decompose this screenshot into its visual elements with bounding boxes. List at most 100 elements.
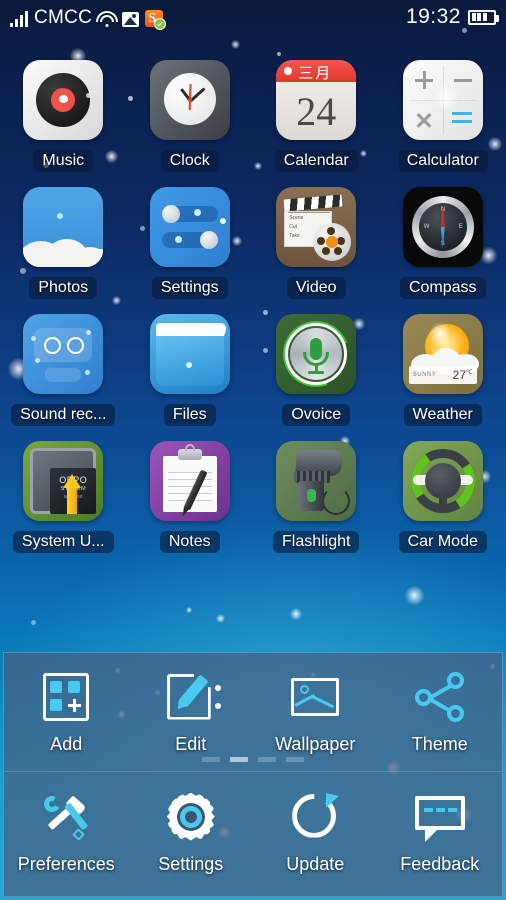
calendar-day: 24 xyxy=(296,88,337,134)
calendar-icon: 三月 24 xyxy=(276,60,357,140)
settings-icon xyxy=(149,187,230,267)
app-video[interactable]: Scene Cut Take Video xyxy=(253,187,380,299)
app-label: Files xyxy=(163,404,216,426)
menu-label: Feedback xyxy=(400,853,480,874)
menu-label: Wallpaper xyxy=(275,733,356,754)
menu-label: Preferences xyxy=(17,853,115,874)
weather-unit: ℃ xyxy=(466,370,473,376)
speech-bubble-icon xyxy=(413,790,467,844)
app-files[interactable]: Files xyxy=(127,314,254,426)
app-label: Car Mode xyxy=(398,531,487,553)
home-screen: CMCC S 19:32 Music Clock 三月 24 Calendar … xyxy=(0,0,506,900)
page-indicator[interactable] xyxy=(0,757,506,762)
menu-wallpaper[interactable]: Wallpaper xyxy=(253,653,378,771)
sogou-input-icon: S xyxy=(145,9,167,30)
app-label: System U... xyxy=(12,531,114,553)
app-label: Sound rec... xyxy=(11,404,116,426)
app-label: Notes xyxy=(159,531,220,553)
theme-share-icon xyxy=(413,670,467,724)
app-photos[interactable]: Photos xyxy=(0,187,127,299)
app-ovoice[interactable]: Ovoice xyxy=(253,314,380,426)
slate-line: Scene xyxy=(289,215,304,221)
page-dot[interactable] xyxy=(202,757,220,762)
app-settings[interactable]: Settings xyxy=(127,187,254,299)
app-label: Compass xyxy=(399,277,486,299)
slate-line: Take xyxy=(289,233,300,239)
app-label: Calendar xyxy=(274,150,358,172)
app-flashlight[interactable]: Flashlight xyxy=(253,441,380,553)
menu-settings[interactable]: Settings xyxy=(129,772,254,892)
edit-icon xyxy=(164,670,221,724)
app-notes[interactable]: Notes xyxy=(127,441,254,553)
app-calculator[interactable]: Calculator xyxy=(380,60,506,172)
notes-icon xyxy=(149,441,230,521)
app-label: Clock xyxy=(160,150,219,172)
menu-feedback[interactable]: Feedback xyxy=(378,772,503,892)
menu-add[interactable]: Add xyxy=(4,653,129,771)
gear-icon xyxy=(164,790,218,844)
app-row: Music Clock 三月 24 Calendar Calculator xyxy=(0,60,506,172)
compass-icon: N E S W xyxy=(402,187,483,267)
menu-theme[interactable]: Theme xyxy=(378,653,503,771)
video-icon: Scene Cut Take xyxy=(276,187,357,267)
calculator-icon xyxy=(402,60,483,140)
refresh-icon xyxy=(288,790,342,844)
menu-update[interactable]: Update xyxy=(253,772,378,892)
menu-edit[interactable]: Edit xyxy=(129,653,254,771)
weather-icon: SUNNY 27℃ xyxy=(402,314,483,394)
app-music[interactable]: Music xyxy=(0,60,127,172)
page-dot[interactable] xyxy=(286,757,304,762)
panel-row-2: Preferences Settings Update Feedback xyxy=(4,771,502,892)
app-label: Music xyxy=(33,150,94,172)
home-options-panel: Add Edit Wallpaper Theme Preferences Set… xyxy=(3,652,503,897)
system-update-icon: OPPO SYSTEM MH9300 xyxy=(23,441,104,521)
status-bar: CMCC S 19:32 xyxy=(0,0,506,34)
menu-label: Add xyxy=(50,733,83,754)
files-icon xyxy=(149,314,230,394)
page-dot-active[interactable] xyxy=(230,757,248,762)
menu-label: Update xyxy=(286,853,345,874)
menu-label: Edit xyxy=(175,733,207,754)
status-bar-left: CMCC S xyxy=(10,6,167,30)
app-label: Settings xyxy=(151,277,228,299)
battery-icon xyxy=(468,9,499,25)
menu-label: Theme xyxy=(411,733,468,754)
flashlight-icon xyxy=(276,441,357,521)
app-label: Flashlight xyxy=(273,531,360,553)
wallpaper-icon xyxy=(288,670,342,724)
car-mode-icon xyxy=(402,441,483,521)
app-weather[interactable]: SUNNY 27℃ Weather xyxy=(380,314,506,426)
app-label: Photos xyxy=(29,277,98,299)
weather-temp: 27 xyxy=(452,368,466,382)
app-row: Sound rec... Files Ovoice SUNNY 27℃ Weat… xyxy=(0,314,506,426)
screenshot-icon xyxy=(122,11,140,27)
panel-row-1: Add Edit Wallpaper Theme xyxy=(4,653,502,771)
app-compass[interactable]: N E S W Compass xyxy=(380,187,506,299)
slate-line: Cut xyxy=(289,224,298,230)
photos-icon xyxy=(23,187,104,267)
tools-icon xyxy=(39,790,93,844)
add-widget-icon xyxy=(39,670,93,724)
status-bar-time: 19:32 xyxy=(405,5,461,28)
app-label: Video xyxy=(286,277,346,299)
menu-label: Settings xyxy=(158,853,224,874)
menu-preferences[interactable]: Preferences xyxy=(4,772,129,892)
app-row: OPPO SYSTEM MH9300 System U... Notes Fla… xyxy=(0,441,506,553)
weather-condition: SUNNY xyxy=(412,372,437,378)
app-grid: Music Clock 三月 24 Calendar Calculator Ph… xyxy=(0,60,506,568)
wifi-icon xyxy=(96,10,119,27)
app-car-mode[interactable]: Car Mode xyxy=(380,441,506,553)
music-icon xyxy=(23,60,104,140)
app-label: Ovoice xyxy=(282,404,351,426)
app-system-update[interactable]: OPPO SYSTEM MH9300 System U... xyxy=(0,441,127,553)
carrier-label: CMCC xyxy=(34,6,93,28)
app-sound-recorder[interactable]: Sound rec... xyxy=(0,314,127,426)
ovoice-icon xyxy=(276,314,357,394)
status-bar-right: 19:32 xyxy=(405,5,499,29)
clock-icon xyxy=(149,60,230,140)
app-row: Photos Settings Scene Cut Take Video E W… xyxy=(0,187,506,299)
app-clock[interactable]: Clock xyxy=(127,60,254,172)
page-dot[interactable] xyxy=(258,757,276,762)
app-calendar[interactable]: 三月 24 Calendar xyxy=(253,60,380,172)
compass-w: W xyxy=(423,224,430,230)
